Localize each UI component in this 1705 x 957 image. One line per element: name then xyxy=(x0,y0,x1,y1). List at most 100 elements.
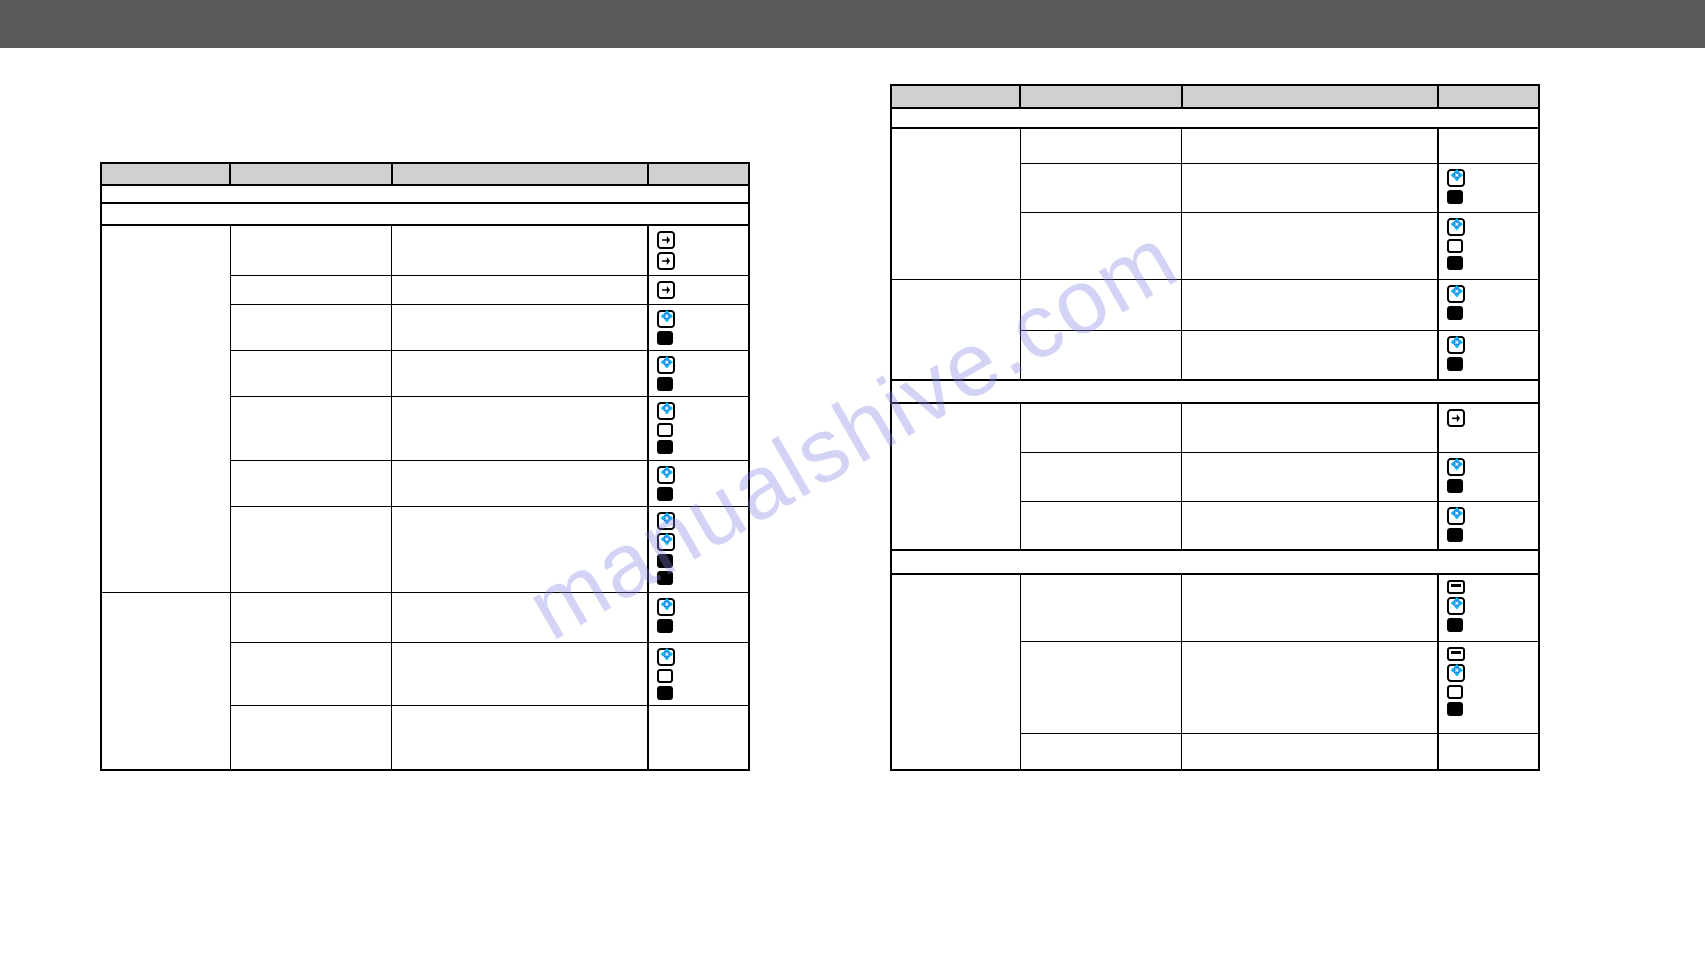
table-header-row xyxy=(101,163,749,185)
label-cell xyxy=(1020,642,1181,733)
water-icon xyxy=(657,402,675,420)
text-cell xyxy=(392,507,648,593)
full-icon xyxy=(657,686,673,700)
sub-header-row xyxy=(101,185,749,203)
page-content: manualshive.com xyxy=(0,48,1705,821)
full-icon xyxy=(1447,256,1463,270)
water-icon xyxy=(657,356,675,374)
full-icon xyxy=(1447,528,1463,542)
sub-header-row xyxy=(891,108,1539,127)
section-row xyxy=(891,380,1539,403)
header-cell xyxy=(1020,85,1181,108)
text-cell xyxy=(1182,642,1438,733)
icon-cell xyxy=(648,706,749,770)
table-row xyxy=(891,128,1539,164)
label-cell xyxy=(230,276,391,305)
icon-cell xyxy=(648,225,749,276)
card-icon xyxy=(1447,580,1465,594)
header-cell xyxy=(648,163,749,185)
icon-cell xyxy=(1438,213,1539,280)
label-cell xyxy=(1020,574,1181,642)
label-cell xyxy=(1020,330,1181,379)
empty-icon xyxy=(1447,685,1463,699)
label-cell xyxy=(230,225,391,276)
full-icon xyxy=(1447,479,1463,493)
header-cell xyxy=(230,163,391,185)
sub-header-cell xyxy=(101,185,749,203)
label-cell xyxy=(1020,452,1181,501)
header-cell xyxy=(891,85,1020,108)
icon-cell xyxy=(1438,733,1539,769)
table-row xyxy=(101,225,749,276)
icon-cell xyxy=(1438,642,1539,733)
table-header-row xyxy=(891,85,1539,108)
label-cell xyxy=(230,397,391,461)
card-icon xyxy=(1447,647,1465,661)
label-cell xyxy=(1020,279,1181,330)
water-icon xyxy=(1447,664,1465,682)
group-cell xyxy=(891,279,1020,379)
text-cell xyxy=(1182,452,1438,501)
table-row xyxy=(891,574,1539,642)
label-cell xyxy=(230,643,391,706)
icon-cell xyxy=(1438,128,1539,164)
group-cell xyxy=(891,574,1020,770)
label-cell xyxy=(230,305,391,351)
header-cell xyxy=(1438,85,1539,108)
text-cell xyxy=(392,397,648,461)
text-cell xyxy=(1182,733,1438,769)
full-icon xyxy=(657,554,673,568)
full-icon xyxy=(1447,357,1463,371)
text-cell xyxy=(1182,574,1438,642)
header-cell xyxy=(1182,85,1438,108)
empty-icon xyxy=(657,423,673,437)
icon-cell xyxy=(648,351,749,397)
icon-cell xyxy=(1438,164,1539,213)
text-cell xyxy=(392,225,648,276)
full-icon xyxy=(657,571,673,585)
full-icon xyxy=(657,440,673,454)
full-icon xyxy=(1447,306,1463,320)
water-icon xyxy=(657,310,675,328)
spray-icon xyxy=(657,281,675,299)
icon-cell xyxy=(1438,501,1539,550)
label-cell xyxy=(1020,128,1181,164)
text-cell xyxy=(1182,279,1438,330)
section-cell xyxy=(891,550,1539,573)
table-row xyxy=(101,593,749,643)
icon-cell xyxy=(1438,574,1539,642)
table-left xyxy=(100,162,750,771)
full-icon xyxy=(657,377,673,391)
full-icon xyxy=(1447,702,1463,716)
table-row xyxy=(891,279,1539,330)
water-icon xyxy=(657,512,675,530)
water-icon xyxy=(657,598,675,616)
water-icon xyxy=(1447,169,1465,187)
icon-cell xyxy=(1438,452,1539,501)
icon-cell xyxy=(648,643,749,706)
label-cell xyxy=(230,507,391,593)
group-cell xyxy=(101,225,230,593)
text-cell xyxy=(392,593,648,643)
icon-cell xyxy=(648,461,749,507)
text-cell xyxy=(1182,128,1438,164)
label-cell xyxy=(1020,733,1181,769)
section-cell xyxy=(101,203,749,225)
sub-header-cell xyxy=(891,108,1539,127)
label-cell xyxy=(1020,213,1181,280)
full-icon xyxy=(657,331,673,345)
text-cell xyxy=(1182,213,1438,280)
text-cell xyxy=(392,461,648,507)
icon-cell xyxy=(648,507,749,593)
text-cell xyxy=(1182,330,1438,379)
group-cell xyxy=(891,128,1020,280)
text-cell xyxy=(392,276,648,305)
icon-cell xyxy=(648,397,749,461)
label-cell xyxy=(1020,403,1181,452)
top-banner xyxy=(0,0,1705,48)
water-icon xyxy=(657,533,675,551)
text-cell xyxy=(1182,501,1438,550)
text-cell xyxy=(392,305,648,351)
header-cell xyxy=(392,163,648,185)
text-cell xyxy=(1182,403,1438,452)
